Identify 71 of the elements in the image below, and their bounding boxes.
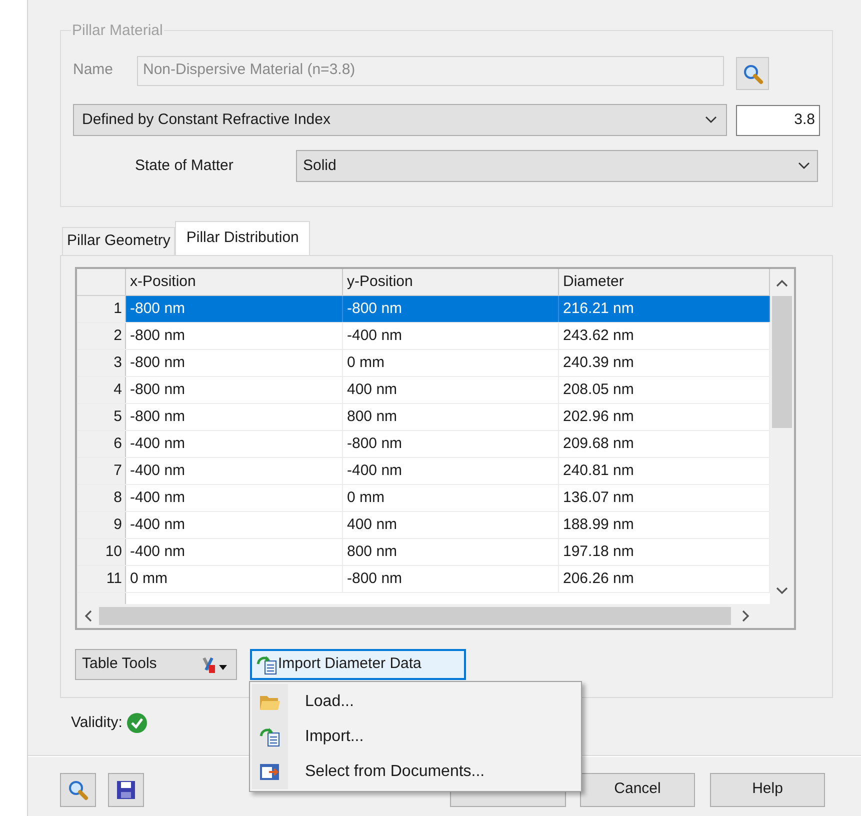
table-cell: 0 mm <box>343 485 559 511</box>
search-button[interactable] <box>60 772 96 806</box>
table-cell: -400 nm <box>126 458 343 484</box>
table-cell: -400 nm <box>126 485 343 511</box>
dialog-button[interactable]: Cancel <box>580 772 695 806</box>
table-cell: 400 nm <box>343 377 559 403</box>
table-cell: 0 mm <box>126 566 343 592</box>
scroll-left-icon[interactable] <box>84 610 92 622</box>
search-icon <box>67 778 89 800</box>
row-number[interactable]: 1 <box>77 296 126 322</box>
menu-item[interactable]: Select from Documents... <box>250 754 581 789</box>
table-cell: 800 nm <box>343 404 559 430</box>
table-cell: -400 nm <box>126 539 343 565</box>
table-cell: -800 nm <box>126 350 343 376</box>
column-header[interactable]: x-Position <box>126 269 343 295</box>
documents-icon <box>259 762 281 782</box>
save-button[interactable] <box>108 772 144 806</box>
table-cell: -800 nm <box>126 404 343 430</box>
table-cell: 400 nm <box>343 512 559 538</box>
vertical-scrollbar[interactable] <box>770 269 794 604</box>
table-cell: -800 nm <box>343 296 559 322</box>
menu-item[interactable]: Load... <box>250 684 581 719</box>
menu-item[interactable]: Import... <box>250 719 581 754</box>
table-cell: -800 nm <box>126 377 343 403</box>
table-row[interactable]: -800 nm -800 nm 216.21 nm <box>126 296 770 322</box>
row-number[interactable]: 2 <box>77 323 126 349</box>
row-number[interactable]: 5 <box>77 404 126 430</box>
table-cell: -800 nm <box>126 296 343 322</box>
scrollbar-thumb[interactable] <box>99 607 731 625</box>
table-tools-button[interactable]: Table Tools <box>75 649 237 680</box>
state-dropdown[interactable]: Solid <box>296 150 818 182</box>
name-label: Name <box>73 60 114 80</box>
tools-icon <box>200 654 230 674</box>
table-cell: 800 nm <box>343 539 559 565</box>
import-icon <box>256 654 278 674</box>
index-field[interactable]: 3.8 <box>736 104 820 136</box>
row-number[interactable]: 4 <box>77 377 126 403</box>
row-number[interactable]: 3 <box>77 350 126 376</box>
search-button[interactable] <box>736 57 769 90</box>
scroll-down-icon[interactable] <box>776 587 788 595</box>
import-icon <box>259 726 281 746</box>
scrollbar-thumb[interactable] <box>772 296 792 428</box>
validity-label: Validity: <box>71 712 122 733</box>
scroll-up-icon[interactable] <box>776 278 788 286</box>
row-number[interactable]: 6 <box>77 431 126 457</box>
table-cell: -800 nm <box>126 323 343 349</box>
table-cell: -400 nm <box>343 323 559 349</box>
scroll-right-icon[interactable] <box>742 610 750 622</box>
table-cell: -800 nm <box>343 431 559 457</box>
chevron-icon <box>704 115 718 125</box>
definition-dropdown[interactable]: Defined by Constant Refractive Index <box>73 104 727 136</box>
tab[interactable]: Pillar Geometry <box>62 227 176 255</box>
tab[interactable]: Pillar Distribution <box>175 221 310 255</box>
column-header[interactable]: y-Position <box>343 269 559 295</box>
row-number[interactable]: 7 <box>77 458 126 484</box>
row-number[interactable]: 10 <box>77 539 126 565</box>
import-diameter-button[interactable]: Import Diameter Data <box>250 649 466 680</box>
search-icon <box>742 62 764 84</box>
dialog-button[interactable]: Help <box>710 772 825 806</box>
name-field: Non-Dispersive Material (n=3.8) <box>137 56 724 86</box>
table-cell: -400 nm <box>126 431 343 457</box>
chevron-icon <box>797 161 811 171</box>
table-cell: -400 nm <box>343 458 559 484</box>
table-cell: 0 mm <box>343 350 559 376</box>
state-label: State of Matter <box>135 156 234 176</box>
row-number[interactable]: 11 <box>77 566 126 592</box>
row-number[interactable]: 8 <box>77 485 126 511</box>
table-cell: -400 nm <box>126 512 343 538</box>
table-cell: -800 nm <box>343 566 559 592</box>
row-number[interactable]: 9 <box>77 512 126 538</box>
horizontal-scrollbar[interactable] <box>77 604 770 628</box>
